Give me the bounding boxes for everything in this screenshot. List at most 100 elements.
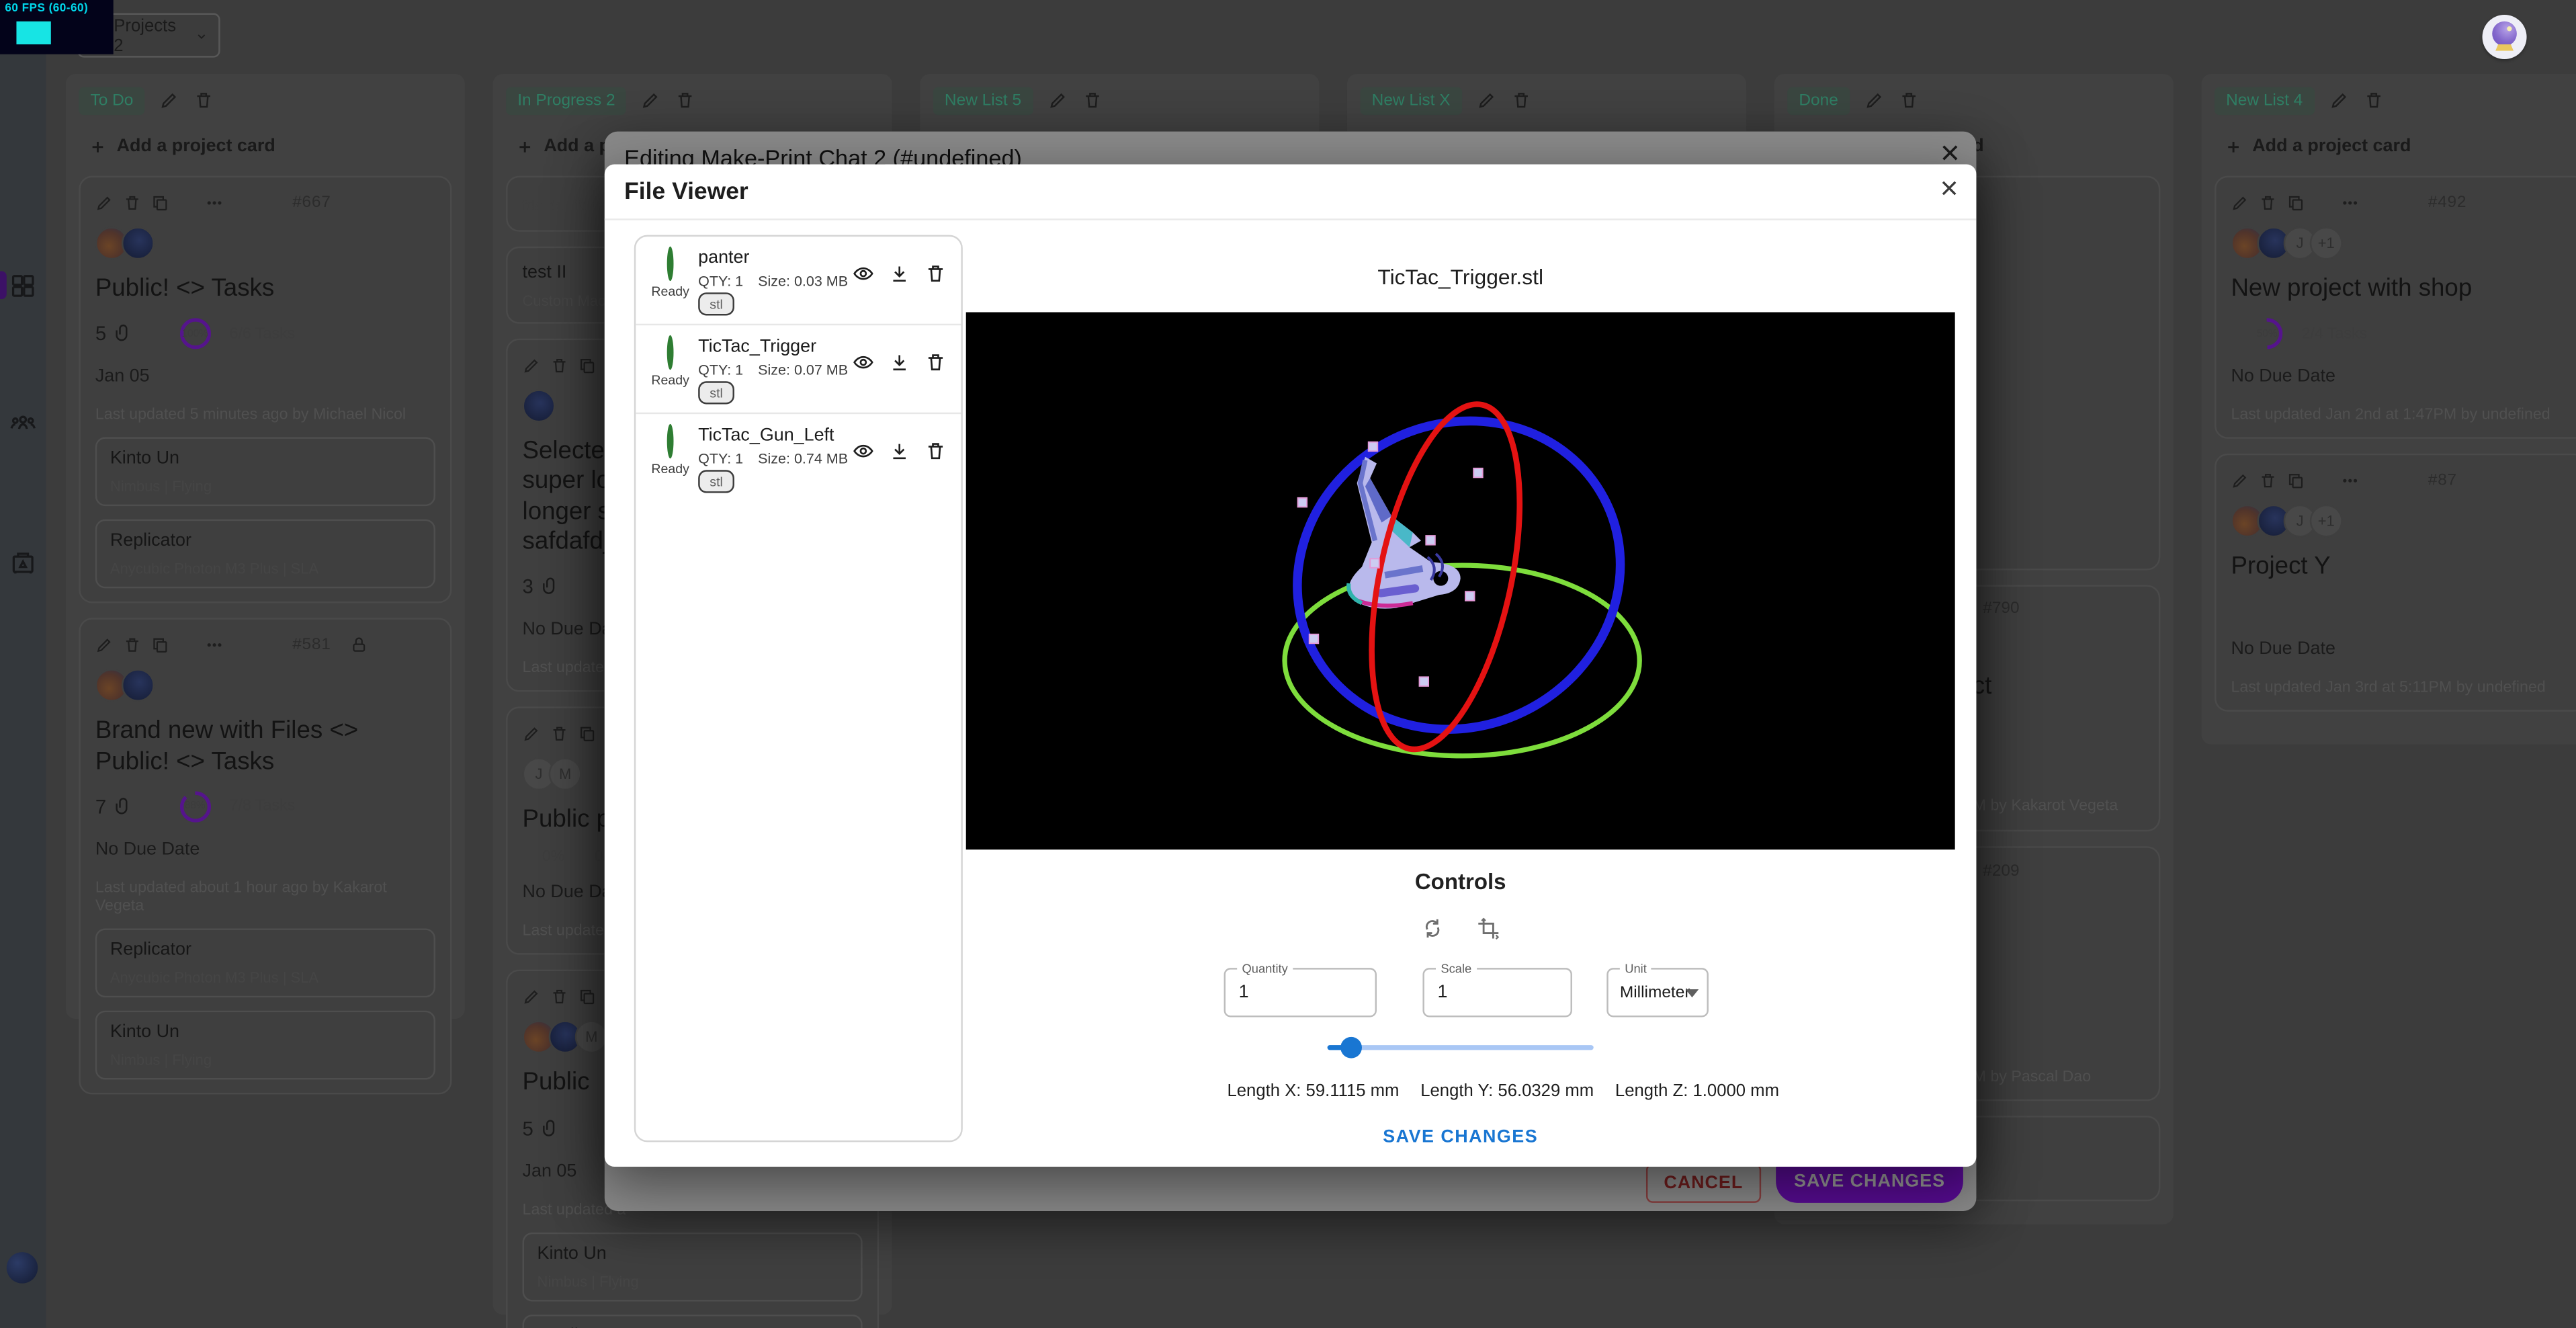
edit-column-icon[interactable]	[642, 90, 661, 110]
download-icon[interactable]	[889, 440, 910, 462]
edit-column-icon[interactable]	[1047, 90, 1067, 110]
slider-track[interactable]	[1328, 1045, 1594, 1049]
edit-card-icon[interactable]	[523, 725, 541, 743]
delete-card-icon[interactable]	[123, 636, 141, 655]
card-title[interactable]: Public! <> Tasks	[95, 274, 435, 304]
machine-item[interactable]: Replicator Anycubic Photon M3 Plus | SLA	[523, 1315, 863, 1328]
user-avatar[interactable]	[2483, 15, 2527, 59]
delete-column-icon[interactable]	[1511, 90, 1531, 110]
slider-thumb[interactable]	[1340, 1037, 1362, 1059]
card-id: #790	[1983, 599, 2019, 618]
edit-column-icon[interactable]	[1477, 90, 1496, 110]
viewer-save-changes-button[interactable]: SAVE CHANGES	[966, 1127, 1955, 1147]
sidebar-user-avatar[interactable]	[7, 1252, 38, 1283]
duplicate-card-icon[interactable]	[578, 989, 597, 1007]
plus-icon	[2225, 137, 2243, 155]
duplicate-card-icon[interactable]	[2287, 194, 2305, 212]
edit-card-icon[interactable]	[2231, 194, 2249, 212]
printer-nav-icon[interactable]	[10, 549, 36, 575]
preview-eye-icon[interactable]	[853, 263, 874, 284]
duplicate-card-icon[interactable]	[2287, 472, 2305, 490]
machine-item[interactable]: Replicator Anycubic Photon M3 Plus | SLA	[95, 520, 435, 589]
delete-card-icon[interactable]	[550, 725, 568, 743]
delete-column-icon[interactable]	[194, 90, 214, 110]
progress-circle: 50%	[2251, 318, 2284, 351]
download-icon[interactable]	[889, 351, 910, 373]
card-title[interactable]: New project with shop	[2231, 274, 2571, 304]
sidebar	[0, 0, 46, 1328]
delete-column-icon[interactable]	[676, 90, 695, 110]
status-ring-icon	[667, 424, 674, 458]
close-icon[interactable]	[1937, 176, 1962, 201]
card-actions: #667	[95, 192, 435, 214]
scale-input[interactable]	[1424, 970, 1571, 1015]
column-title: In Progress 2	[506, 86, 627, 114]
controls-heading: Controls	[966, 869, 1955, 894]
unit-select[interactable]: Unit Millimeter	[1606, 968, 1709, 1017]
file-name: TicTac_Trigger	[698, 337, 816, 356]
close-icon[interactable]	[1937, 140, 1963, 166]
project-card[interactable]: #87 J +1 Project Y No Due Date Last upda…	[2215, 454, 2576, 711]
duplicate-card-icon[interactable]	[578, 725, 597, 743]
delete-file-icon[interactable]	[925, 351, 947, 373]
machine-item[interactable]: Kinto Un Nimbus | Flying	[95, 1010, 435, 1079]
edit-card-icon[interactable]	[523, 989, 541, 1007]
boards-nav-icon[interactable]	[10, 271, 36, 297]
edit-card-icon[interactable]	[95, 636, 114, 655]
file-row[interactable]: Ready panter QTY: 1 Size: 0.03 MB stl	[636, 237, 961, 325]
more-options-icon[interactable]	[2341, 194, 2359, 212]
delete-file-icon[interactable]	[925, 440, 947, 462]
machine-name: Replicator	[110, 531, 421, 550]
project-card[interactable]: #581 Brand new with Files <> Public! <> …	[79, 618, 452, 1094]
project-card[interactable]: #492 J +1 New project with shop 50% 2/4 …	[2215, 176, 2576, 440]
card-progress-row: 50% 2/4 Tasks	[2231, 318, 2571, 351]
file-row[interactable]: Ready TicTac_Gun_Left QTY: 1 Size: 0.74 …	[636, 414, 961, 503]
card-avatars	[95, 226, 435, 259]
delete-file-icon[interactable]	[925, 263, 947, 284]
more-options-icon[interactable]	[206, 194, 224, 212]
gizmo-rings	[966, 313, 1955, 850]
edit-card-icon[interactable]	[95, 194, 114, 212]
delete-card-icon[interactable]	[550, 989, 568, 1007]
preview-eye-icon[interactable]	[853, 351, 874, 373]
card-title[interactable]: Brand new with Files <> Public! <> Tasks	[95, 717, 399, 777]
edit-card-icon[interactable]	[2231, 472, 2249, 490]
machine-name: Kinto Un	[110, 1022, 421, 1042]
delete-column-icon[interactable]	[2364, 90, 2383, 110]
delete-column-icon[interactable]	[1899, 90, 1918, 110]
add-project-card-button[interactable]: Add a project card	[79, 117, 452, 169]
duplicate-card-icon[interactable]	[151, 636, 169, 655]
cancel-button[interactable]: CANCEL	[1645, 1163, 1761, 1203]
delete-card-icon[interactable]	[2259, 194, 2277, 212]
duplicate-card-icon[interactable]	[151, 194, 169, 212]
more-options-icon[interactable]	[2341, 472, 2359, 490]
duplicate-card-icon[interactable]	[578, 357, 597, 375]
more-options-icon[interactable]	[206, 636, 224, 655]
machine-item[interactable]: Kinto Un Nimbus | Flying	[95, 438, 435, 507]
edit-card-icon[interactable]	[523, 357, 541, 375]
edit-column-icon[interactable]	[2329, 90, 2348, 110]
edit-column-icon[interactable]	[159, 90, 179, 110]
crop-scale-icon[interactable]	[1477, 917, 1500, 940]
edit-column-icon[interactable]	[1864, 90, 1884, 110]
rotate-icon[interactable]	[1421, 917, 1444, 940]
delete-card-icon[interactable]	[123, 194, 141, 212]
quantity-field: Quantity	[1224, 968, 1377, 1017]
machine-item[interactable]: Kinto Un Nimbus | Flying	[523, 1232, 863, 1301]
download-icon[interactable]	[889, 263, 910, 284]
card-actions: #581	[95, 635, 435, 657]
stl-3d-viewport[interactable]	[966, 313, 1955, 850]
lock-icon	[351, 636, 369, 655]
scale-slider[interactable]	[1328, 1035, 1594, 1058]
machine-item[interactable]: Replicator Anycubic Photon M3 Plus | SLA	[95, 928, 435, 997]
delete-column-icon[interactable]	[1082, 90, 1102, 110]
delete-card-icon[interactable]	[2259, 472, 2277, 490]
quantity-input[interactable]	[1226, 970, 1375, 1015]
users-nav-icon[interactable]	[10, 409, 36, 435]
delete-card-icon[interactable]	[550, 357, 568, 375]
add-project-card-button[interactable]: Add a project card	[2215, 117, 2576, 169]
file-row[interactable]: Ready TicTac_Trigger QTY: 1 Size: 0.07 M…	[636, 325, 961, 414]
project-card[interactable]: #667 Public! <> Tasks 5 100% 6/6 Tasks J…	[79, 176, 452, 604]
card-title[interactable]: Project Y	[2231, 552, 2571, 583]
preview-eye-icon[interactable]	[853, 440, 874, 462]
